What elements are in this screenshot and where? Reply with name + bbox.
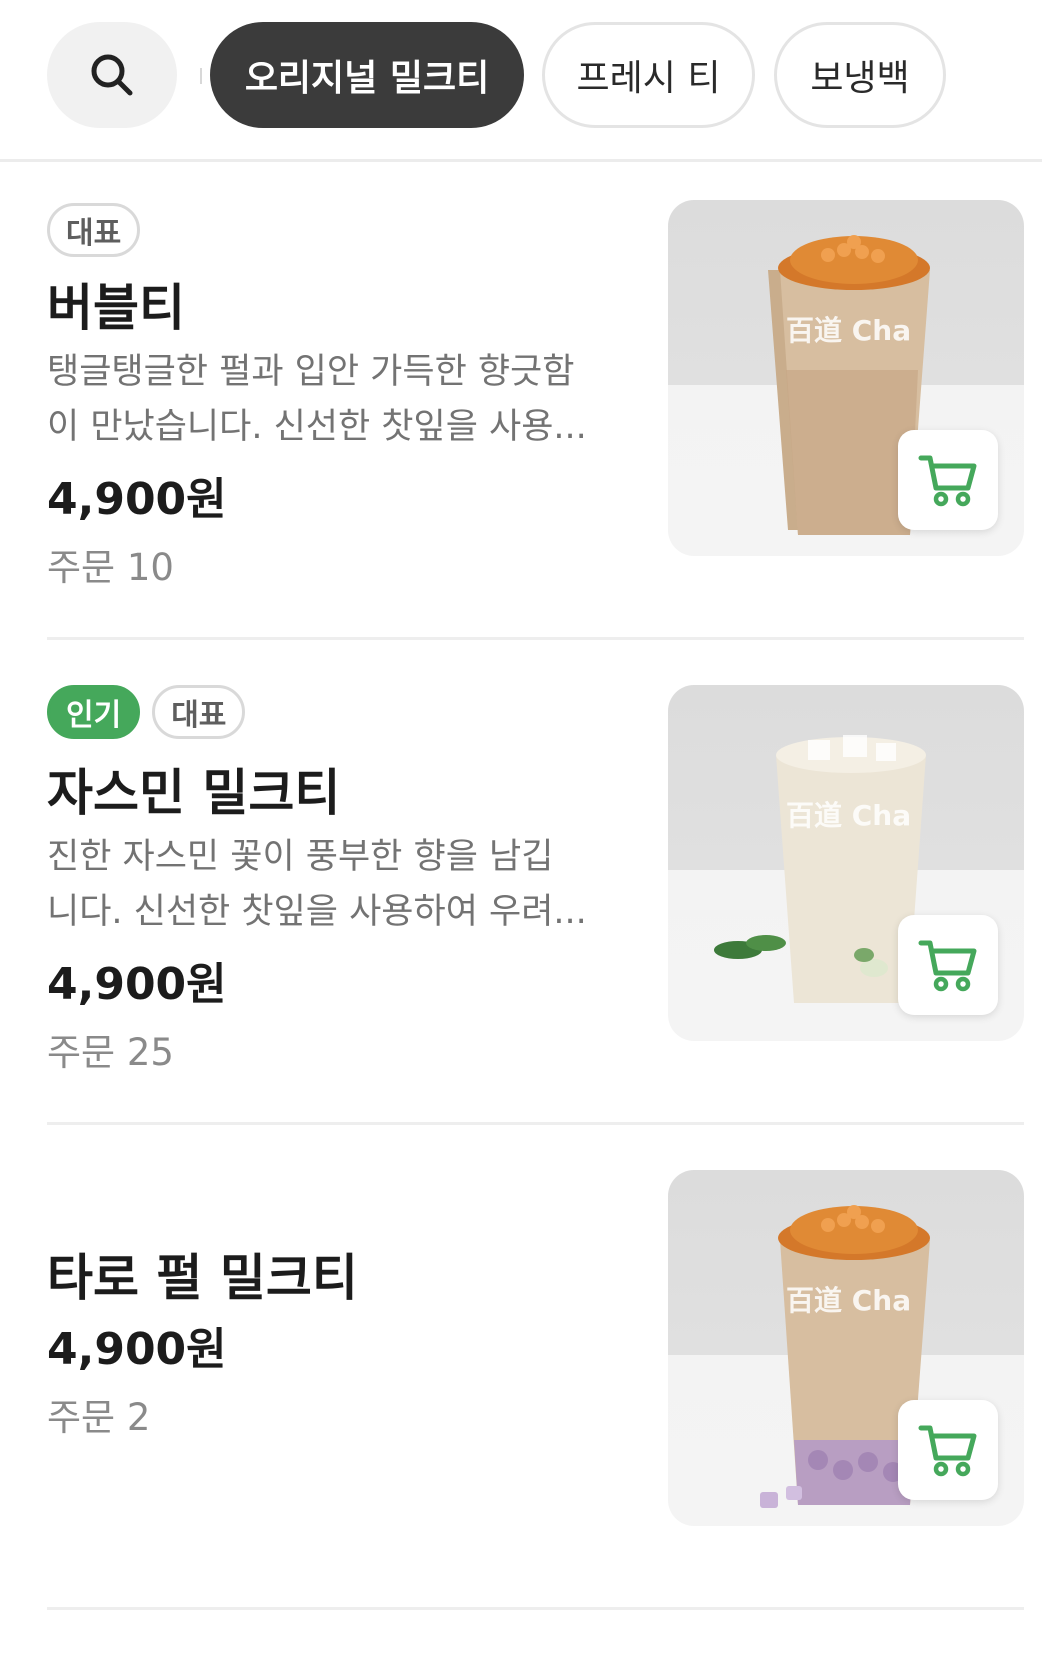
description-line: 탱글탱글한 펄과 입안 가득한 향긋함 [47, 352, 575, 392]
badge-representative: 대표 [152, 685, 246, 739]
menu-item[interactable]: 타로 펄 밀크티 4,900원 주문 2 百道 Cha [47, 1170, 1024, 1570]
description-line: 이 만났습니다. 신선한 찻잎을 사용... [47, 407, 587, 447]
category-bar: 오리지널 밀크티 프레시 티 보냉백 [0, 0, 1042, 162]
item-divider [47, 1122, 1024, 1125]
item-divider [47, 637, 1024, 640]
item-description: 진한 자스민 꽃이 풍부한 향을 남깁 니다. 신선한 찻잎을 사용하여 우려.… [47, 830, 617, 940]
menu-item[interactable]: 대표 버블티 탱글탱글한 펄과 입안 가득한 향긋함 이 만났습니다. 신선한 … [47, 200, 1024, 600]
badge-popular: 인기 [47, 685, 141, 739]
item-name: 자스민 밀크티 [47, 764, 341, 822]
badge-group: 대표 [47, 203, 141, 257]
search-divider [200, 68, 202, 84]
product-image[interactable]: 百道 Cha [668, 1170, 1024, 1526]
item-name: 버블티 [47, 279, 185, 337]
cart-icon [918, 940, 977, 992]
item-price: 4,900원 [47, 474, 227, 525]
order-count: 주문 25 [47, 1031, 174, 1074]
item-name: 타로 펄 밀크티 [47, 1249, 358, 1307]
cart-icon [918, 1425, 977, 1477]
product-image[interactable]: 百道 Cha [668, 685, 1024, 1041]
badge-group: 인기 대표 [47, 685, 246, 739]
category-chip-cooler-bag[interactable]: 보냉백 [774, 22, 946, 128]
description-line: 니다. 신선한 찻잎을 사용하여 우려... [47, 892, 587, 932]
add-to-cart-button[interactable] [898, 915, 998, 1015]
cup-logo-text: 百道 Cha [786, 799, 911, 832]
item-divider [47, 1607, 1024, 1610]
category-chip-original-milk-tea[interactable]: 오리지널 밀크티 [210, 22, 524, 128]
cart-icon [918, 455, 977, 507]
cup-logo-text: 百道 Cha [786, 1284, 911, 1317]
badge-representative: 대표 [47, 203, 141, 257]
item-description: 탱글탱글한 펄과 입안 가득한 향긋함 이 만났습니다. 신선한 찻잎을 사용.… [47, 345, 617, 455]
menu-item[interactable]: 인기 대표 자스민 밀크티 진한 자스민 꽃이 풍부한 향을 남깁 니다. 신선… [47, 685, 1024, 1085]
add-to-cart-button[interactable] [898, 430, 998, 530]
item-price: 4,900원 [47, 1324, 227, 1375]
search-icon [91, 54, 133, 96]
order-count: 주문 10 [47, 546, 174, 589]
search-button[interactable] [47, 22, 177, 128]
cup-logo-text: 百道 Cha [786, 314, 911, 347]
product-image[interactable]: 百道 Cha [668, 200, 1024, 556]
category-chip-fresh-tea[interactable]: 프레시 티 [542, 22, 755, 128]
order-count: 주문 2 [47, 1396, 151, 1439]
add-to-cart-button[interactable] [898, 1400, 998, 1500]
description-line: 진한 자스민 꽃이 풍부한 향을 남깁 [47, 837, 554, 877]
item-price: 4,900원 [47, 959, 227, 1010]
